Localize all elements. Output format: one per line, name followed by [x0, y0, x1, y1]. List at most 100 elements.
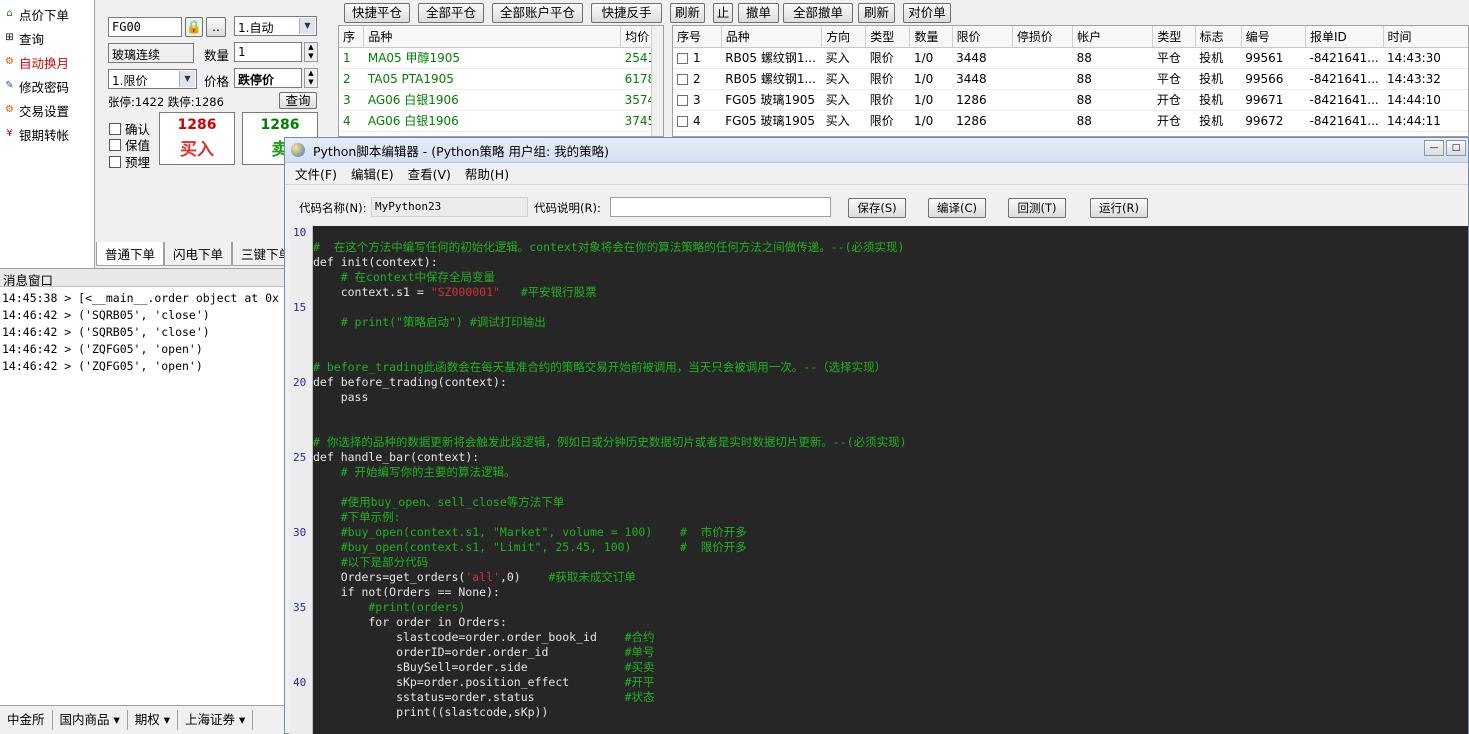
price-type-select[interactable]: 1.限价 ▼ [108, 69, 197, 89]
menu-item-2[interactable]: ⚙ 自动换月 [3, 51, 69, 73]
toolbar-button-7[interactable]: 全部撤单 [783, 3, 853, 23]
toolbar-button-9[interactable]: 对价单 [903, 3, 951, 23]
row-checkbox[interactable] [677, 115, 688, 127]
code-editor[interactable]: 10 15 20 25 30 35 40 # 在这个方法中编写任何的初始化逻辑。contex… [289, 226, 1468, 734]
code-token: #下单示例: [313, 510, 401, 524]
maximize-icon[interactable]: □ [1446, 140, 1466, 156]
code-token: #状态 [624, 690, 655, 704]
order-column-header[interactable]: 方向 [821, 26, 867, 48]
contract-code-input[interactable]: FG00 [108, 17, 182, 37]
row-checkbox[interactable] [677, 52, 688, 64]
row-checkbox[interactable] [677, 73, 688, 85]
code-desc-label: 代码说明(R): [534, 201, 601, 215]
code-line: context.s1 = "SZ000001" #平安银行股票 [313, 285, 597, 300]
order-cell-text: 88 [1076, 50, 1092, 65]
lock-icon[interactable]: 🔒 [185, 17, 203, 37]
bottom-tab-1[interactable]: 国内商品 ▾ [53, 710, 128, 730]
tab-order-1[interactable]: 闪电下单 [164, 242, 233, 266]
order-column-header[interactable]: 数量 [909, 26, 953, 48]
order-cell: 开仓 [1152, 89, 1196, 111]
code-token: #以下是部分代码 [313, 555, 429, 569]
code-token: #买卖 [624, 660, 655, 674]
query-button[interactable]: 查询 [279, 92, 317, 109]
code-token: #合约 [624, 630, 655, 644]
table-row[interactable]: 1 RB05 螺纹钢1... 买入 限价 1/0 3448 88 平仓 投机 99561 -8421… [673, 47, 1468, 69]
code-token: #print(orders) [313, 600, 466, 614]
row-checkbox[interactable] [677, 94, 688, 106]
table-row[interactable]: 2 RB05 螺纹钢1... 买入 限价 1/0 3448 88 平仓 投机 99566 -8421… [673, 68, 1468, 90]
menu-item-0[interactable]: ⌂ 点价下单 [3, 3, 69, 25]
qty-stepper[interactable]: ▲ ▼ [304, 42, 318, 62]
code-desc-input[interactable] [610, 197, 831, 217]
table-row[interactable]: 3 AG06 白银1906 3574. [339, 89, 663, 111]
quote-cell: AG06 白银1906 [363, 110, 621, 132]
quote-column-header[interactable]: 品种 [363, 26, 622, 48]
tab-order-0[interactable]: 普通下单 [96, 242, 165, 266]
menu-item-label: 银期转帐 [19, 127, 70, 143]
toolbar-button-4[interactable]: 刷新 [670, 3, 705, 23]
preorder-checkbox[interactable]: 预埋 [109, 152, 150, 171]
toolbar-button-0[interactable]: 快捷平仓 [344, 3, 410, 23]
order-cell-text: -8421641... [1309, 71, 1379, 86]
table-row[interactable]: 2 TA05 PTA1905 6178 [339, 68, 663, 90]
code-line: # 在这个方法中编写任何的初始化逻辑。context对象将会在你的算法策略的任何… [313, 240, 904, 255]
editor-button-2[interactable]: 回测(T) [1008, 198, 1066, 218]
buy-button[interactable]: 1286 买入 [159, 112, 235, 165]
toolbar-button-6[interactable]: 撤单 [738, 3, 779, 23]
bottom-tab-3[interactable]: 上海证券 ▾ [178, 710, 254, 730]
order-column-header[interactable]: 报单ID [1305, 26, 1384, 48]
message-window: 消息窗口 14:45:38 > [<__main__.order object … [0, 268, 284, 708]
code-line: # 你选择的品种的数据更新将会触发此段逻辑，例如日或分钟历史数据切片或者是实时数… [313, 435, 907, 450]
order-column-header[interactable]: 限价 [952, 26, 1013, 48]
message-window-title: 消息窗口 [0, 269, 284, 288]
order-column-header[interactable]: 序号 [673, 26, 722, 48]
order-cell-text: -8421641... [1309, 113, 1379, 128]
editor-menu-item-3[interactable]: 帮助(H) [465, 164, 509, 183]
toolbar-button-5[interactable]: 止 [713, 3, 733, 23]
editor-button-3[interactable]: 运行(R) [1090, 198, 1148, 218]
bottom-tab-2[interactable]: 期权 ▾ [128, 710, 179, 730]
toolbar-button-3[interactable]: 快捷反手 [591, 3, 662, 23]
quote-column-header[interactable]: 序 [339, 26, 365, 48]
menu-item-1[interactable]: ⊞ 查询 [3, 27, 44, 49]
order-column-header[interactable]: 停损价 [1012, 26, 1074, 48]
toolbar-button-8[interactable]: 刷新 [858, 3, 895, 23]
editor-menu-item-1[interactable]: 编辑(E) [351, 164, 394, 183]
more-button[interactable]: .. [206, 17, 226, 37]
table-row[interactable]: 1 MA05 甲醇1905 2541 [339, 47, 663, 69]
price-input[interactable]: 跌停价 [234, 68, 302, 88]
yen-icon: ¥ [6, 128, 13, 139]
code-token: ,0) [499, 570, 521, 584]
order-column-header[interactable]: 时间 [1383, 26, 1468, 48]
order-cell-text: 3 [693, 92, 701, 107]
order-cell: 1/0 [909, 47, 953, 69]
table-row[interactable]: 4 AG06 白银1906 3745. [339, 110, 663, 132]
editor-menu-item-2[interactable]: 查看(V) [408, 164, 451, 183]
limit-info: 张停:1422 跌停:1286 [108, 95, 224, 109]
mode-select[interactable]: 1.自动 ▼ [234, 16, 317, 36]
code-token: # 在context中保存全局变量 [313, 270, 496, 284]
code-name-field[interactable]: MyPython23 [371, 197, 528, 217]
order-column-header[interactable]: 标志 [1195, 26, 1242, 48]
menu-item-3[interactable]: ✎ 修改密码 [3, 75, 69, 97]
order-column-header[interactable]: 编号 [1241, 26, 1307, 48]
bottom-tab-0[interactable]: 中金所 [0, 710, 53, 730]
qty-input[interactable]: 1 [234, 42, 302, 62]
menu-item-5[interactable]: ¥ 银期转帐 [3, 123, 69, 145]
editor-menu-item-0[interactable]: 文件(F) [295, 164, 337, 183]
order-column-header[interactable]: 类型 [865, 26, 911, 48]
menu-item-4[interactable]: ⚙ 交易设置 [3, 99, 69, 121]
table-row[interactable]: 4 FG05 玻璃1905 买入 限价 1/0 1286 88 开仓 投机 99672 -84216… [673, 110, 1468, 132]
code-token: order [396, 615, 438, 629]
toolbar-button-2[interactable]: 全部账户平仓 [492, 3, 583, 23]
scrollbar[interactable] [651, 26, 663, 136]
minimize-icon[interactable]: — [1424, 140, 1444, 156]
table-row[interactable]: 3 FG05 玻璃1905 买入 限价 1/0 1286 88 开仓 投机 99671 -84216… [673, 89, 1468, 111]
editor-button-0[interactable]: 保存(S) [848, 198, 906, 218]
toolbar-button-1[interactable]: 全部平仓 [418, 3, 484, 23]
editor-button-1[interactable]: 编译(C) [928, 198, 986, 218]
order-column-header[interactable]: 帐户 [1072, 26, 1154, 48]
order-column-header[interactable]: 类型 [1152, 26, 1196, 48]
price-stepper[interactable]: ▲ ▼ [304, 68, 318, 88]
order-column-header[interactable]: 品种 [721, 26, 823, 48]
